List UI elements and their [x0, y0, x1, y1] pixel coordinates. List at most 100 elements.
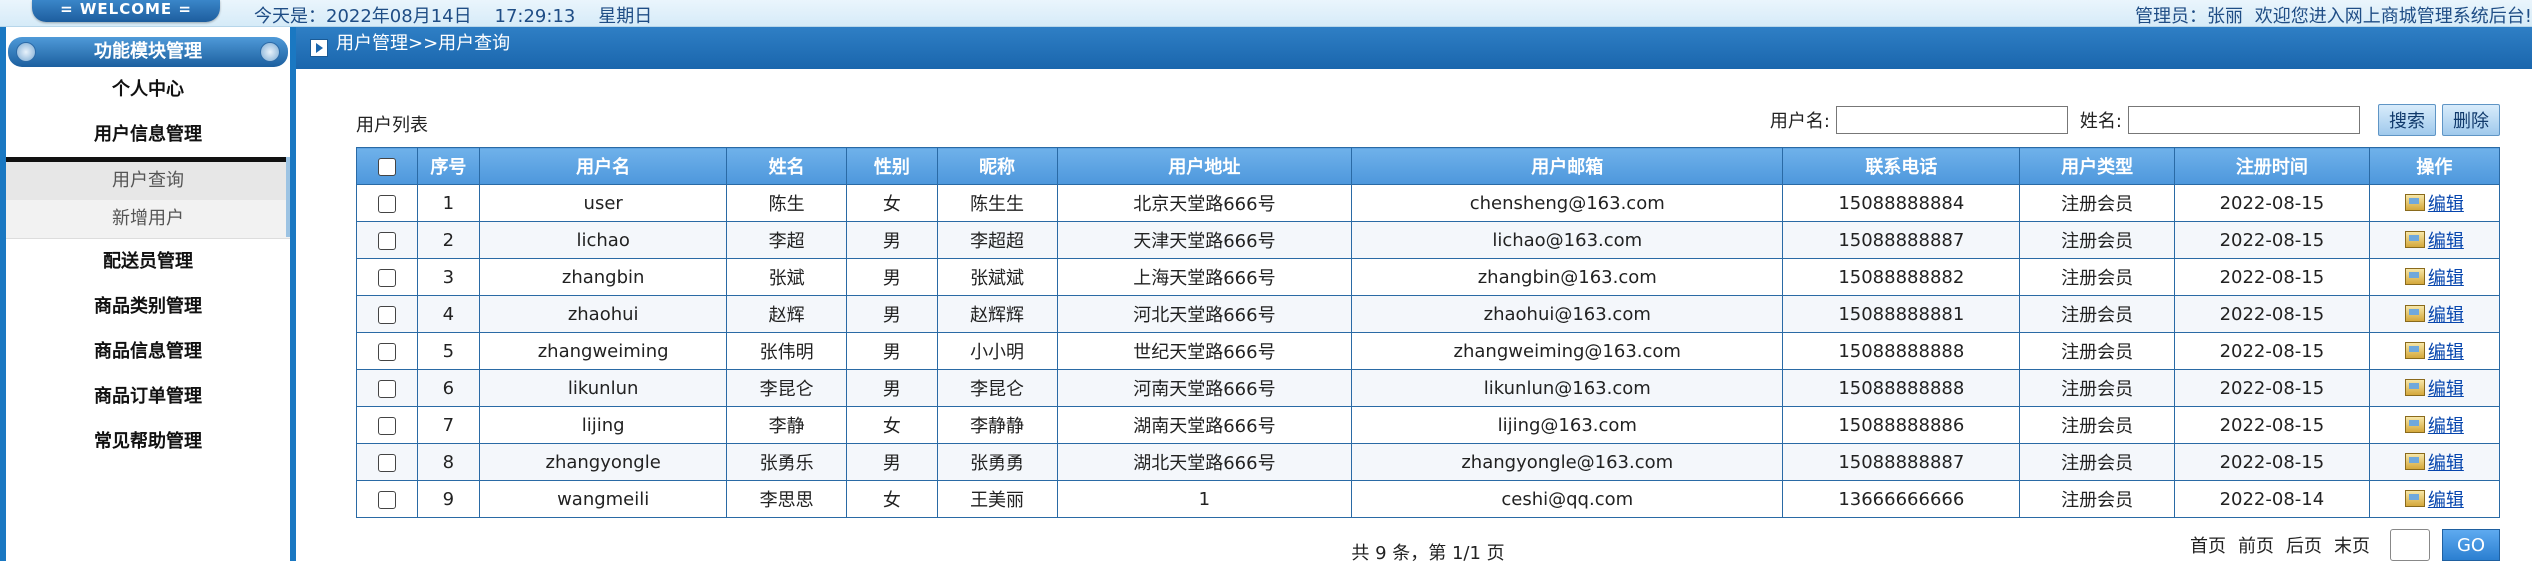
table-cell: 注册会员 [2019, 184, 2176, 222]
sidebar-subitem-user-query[interactable]: 用户查询 [6, 162, 290, 200]
table-cell: 小小明 [936, 332, 1058, 370]
search-button[interactable]: 搜索 [2378, 104, 2436, 136]
table-cell: 河北天堂路666号 [1056, 295, 1353, 333]
sidebar-title: 功能模块管理 [94, 41, 202, 62]
row-checkbox[interactable] [377, 490, 396, 509]
edit-action[interactable]: 编辑 [2404, 264, 2464, 290]
edit-link[interactable]: 编辑 [2428, 190, 2464, 216]
edit-icon[interactable] [2404, 416, 2425, 434]
page-number-input[interactable] [2390, 529, 2430, 561]
row-checkbox[interactable] [377, 305, 396, 324]
column-header: 联系电话 [1782, 147, 2021, 185]
admin-label: 管理员：张丽 [2135, 6, 2244, 27]
sidebar-item-product[interactable]: 商品信息管理 [6, 329, 290, 374]
table-cell: zhangweiming@163.com [1351, 332, 1784, 370]
table-cell: zhaohui [479, 295, 728, 333]
sidebar-item-user-info[interactable]: 用户信息管理 [6, 112, 290, 162]
name-search-input[interactable] [2128, 106, 2360, 134]
table-cell: zhangweiming [479, 332, 728, 370]
edit-action[interactable]: 编辑 [2404, 301, 2464, 327]
row-checkbox[interactable] [377, 379, 396, 398]
edit-action[interactable]: 编辑 [2404, 486, 2464, 512]
table-cell: chensheng@163.com [1351, 184, 1784, 222]
row-select-cell [356, 221, 418, 259]
first-page-link[interactable]: 首页 [2190, 532, 2226, 558]
action-cell: 编辑 [2368, 443, 2501, 481]
edit-icon[interactable] [2404, 305, 2425, 323]
edit-action[interactable]: 编辑 [2404, 338, 2464, 364]
sidebar-scrollbar[interactable] [286, 157, 290, 237]
edit-action[interactable]: 编辑 [2404, 190, 2464, 216]
edit-link[interactable]: 编辑 [2428, 227, 2464, 253]
row-checkbox[interactable] [377, 342, 396, 361]
last-page-link[interactable]: 末页 [2334, 532, 2370, 558]
row-checkbox[interactable] [377, 268, 396, 287]
table-row: 2 lichao 李超男李超超 天津天堂路666号 lichao@163.com 1508… [356, 221, 2501, 259]
row-checkbox[interactable] [377, 194, 396, 213]
table-cell: 2022-08-15 [2174, 184, 2370, 222]
username-search-input[interactable] [1835, 106, 2068, 134]
delete-button[interactable]: 删除 [2442, 104, 2500, 136]
table-cell: 李静 [726, 406, 848, 444]
sidebar-item-orders[interactable]: 商品订单管理 [6, 374, 290, 419]
greeting-text: 欢迎您进入网上商城管理系统后台! [2254, 6, 2532, 27]
table-cell: 注册会员 [2019, 295, 2176, 333]
next-page-link[interactable]: 后页 [2286, 532, 2322, 558]
edit-icon[interactable] [2404, 342, 2425, 360]
edit-icon[interactable] [2404, 490, 2425, 508]
row-checkbox[interactable] [377, 453, 396, 472]
table-cell: 张斌 [726, 258, 848, 296]
sidebar-item-personal-center[interactable]: 个人中心 [6, 67, 290, 112]
sidebar: 功能模块管理 个人中心 用户信息管理 用户查询 新增用户 配送员管理 商品类别管… [0, 27, 296, 561]
edit-link[interactable]: 编辑 [2428, 486, 2464, 512]
arrow-right-icon [310, 39, 328, 57]
table-cell: 15088888888 [1782, 332, 2021, 370]
edit-icon[interactable] [2404, 379, 2425, 397]
sidebar-item-help[interactable]: 常见帮助管理 [6, 419, 290, 464]
edit-icon[interactable] [2404, 453, 2425, 471]
edit-icon[interactable] [2404, 231, 2425, 249]
table-cell: 7 [416, 406, 481, 444]
table-cell: lichao@163.com [1351, 221, 1784, 259]
sidebar-item-courier[interactable]: 配送员管理 [6, 239, 290, 284]
edit-icon[interactable] [2404, 268, 2425, 286]
edit-link[interactable]: 编辑 [2428, 375, 2464, 401]
edit-action[interactable]: 编辑 [2404, 227, 2464, 253]
go-button[interactable]: GO [2442, 529, 2500, 561]
edit-action[interactable]: 编辑 [2404, 375, 2464, 401]
table-cell: lijing [479, 406, 728, 444]
header-knob-icon [260, 42, 280, 62]
row-checkbox[interactable] [377, 416, 396, 435]
row-checkbox[interactable] [377, 231, 396, 250]
column-header: 注册时间 [2174, 147, 2370, 185]
sidebar-subitem-add-user[interactable]: 新增用户 [6, 200, 290, 238]
table-cell: 男 [846, 369, 938, 407]
edit-icon[interactable] [2404, 194, 2425, 212]
select-all-checkbox[interactable] [377, 157, 396, 176]
row-select-cell [356, 406, 418, 444]
action-cell: 编辑 [2368, 332, 2501, 370]
row-select-cell [356, 480, 418, 518]
table-cell: zhangbin [479, 258, 728, 296]
edit-action[interactable]: 编辑 [2404, 449, 2464, 475]
table-cell: 5 [416, 332, 481, 370]
edit-link[interactable]: 编辑 [2428, 264, 2464, 290]
table-cell: zhangyongle [479, 443, 728, 481]
table-cell: 注册会员 [2019, 258, 2176, 296]
table-cell: 张勇勇 [936, 443, 1058, 481]
edit-link[interactable]: 编辑 [2428, 412, 2464, 438]
edit-link[interactable]: 编辑 [2428, 449, 2464, 475]
table-cell: 注册会员 [2019, 221, 2176, 259]
edit-link[interactable]: 编辑 [2428, 338, 2464, 364]
edit-link[interactable]: 编辑 [2428, 301, 2464, 327]
table-cell: 李思思 [726, 480, 848, 518]
table-cell: 8 [416, 443, 481, 481]
sidebar-item-category[interactable]: 商品类别管理 [6, 284, 290, 329]
prev-page-link[interactable]: 前页 [2238, 532, 2274, 558]
welcome-badge: = WELCOME = [32, 0, 220, 22]
table-cell: 王美丽 [936, 480, 1058, 518]
table-cell: zhaohui@163.com [1351, 295, 1784, 333]
edit-action[interactable]: 编辑 [2404, 412, 2464, 438]
table-cell: 男 [846, 258, 938, 296]
table-cell: 男 [846, 221, 938, 259]
